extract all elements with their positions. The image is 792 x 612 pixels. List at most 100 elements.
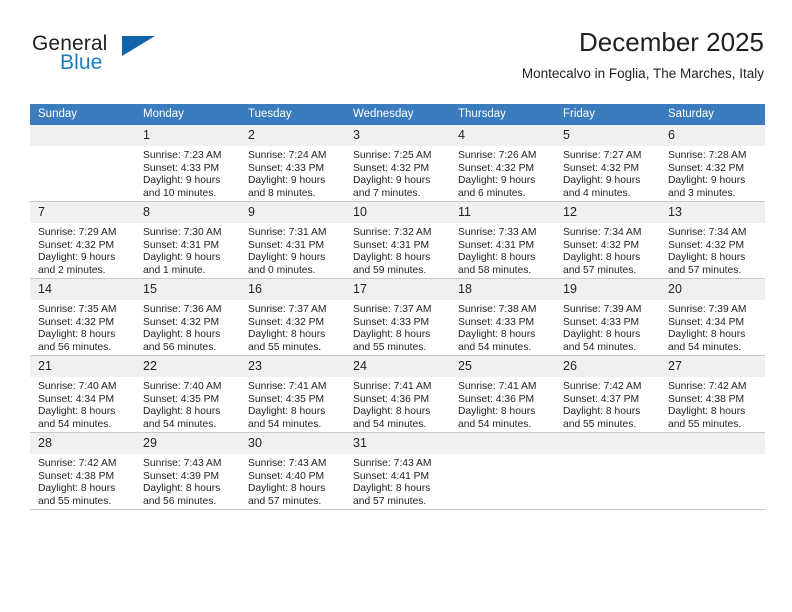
calendar-day-cell[interactable]: 3 Sunrise: 7:25 AM Sunset: 4:32 PM Daylight…: [345, 125, 450, 202]
sunrise-time: Sunrise: 7:35 AM: [38, 304, 117, 315]
daylight-duration-line2: and 56 minutes.: [38, 341, 112, 353]
sunset-time: Sunset: 4:32 PM: [563, 162, 640, 174]
daylight-duration-line2: and 55 minutes.: [353, 341, 427, 353]
daylight-duration-line2: and 0 minutes.: [248, 264, 316, 276]
calendar-day-cell[interactable]: 31 Sunrise: 7:43 AM Sunset: 4:41 PM Dayligh…: [345, 432, 450, 510]
calendar-day-cell[interactable]: 28 Sunrise: 7:42 AM Sunset: 4:38 PM Dayligh…: [30, 432, 135, 510]
daylight-duration-line1: Daylight: 8 hours: [353, 483, 431, 495]
daylight-duration-line1: Daylight: 9 hours: [143, 175, 221, 187]
daylight-duration-line2: and 57 minutes.: [668, 264, 742, 276]
calendar-header-row: Sunday Monday Tuesday Wednesday Thursday…: [30, 104, 765, 125]
sunset-time: Sunset: 4:33 PM: [458, 316, 535, 328]
day-details: Sunrise: 7:41 AM Sunset: 4:35 PM Daylight:…: [240, 377, 345, 431]
calendar-day-cell[interactable]: 12 Sunrise: 7:34 AM Sunset: 4:32 PM Dayligh…: [555, 201, 660, 279]
daylight-duration-line2: and 7 minutes.: [353, 187, 421, 199]
sunrise-time: Sunrise: 7:26 AM: [458, 150, 537, 161]
day-details: Sunrise: 7:42 AM Sunset: 4:38 PM Daylight:…: [660, 377, 765, 431]
day-number: 11: [450, 202, 555, 223]
sunrise-time: Sunrise: 7:37 AM: [353, 304, 432, 315]
sunrise-time: Sunrise: 7:30 AM: [143, 227, 222, 238]
calendar-day-cell[interactable]: 9 Sunrise: 7:31 AM Sunset: 4:31 PM Daylight…: [240, 201, 345, 279]
sunrise-time: Sunrise: 7:42 AM: [668, 381, 747, 392]
sunset-time: Sunset: 4:32 PM: [38, 239, 115, 251]
daylight-duration-line1: Daylight: 8 hours: [353, 252, 431, 264]
day-number: 16: [240, 279, 345, 300]
calendar-day-cell[interactable]: 15 Sunrise: 7:36 AM Sunset: 4:32 PM Dayligh…: [135, 278, 240, 356]
sunset-time: Sunset: 4:31 PM: [353, 239, 430, 251]
sunrise-time: Sunrise: 7:27 AM: [563, 150, 642, 161]
day-details: Sunrise: 7:38 AM Sunset: 4:33 PM Daylight:…: [450, 300, 555, 354]
day-number: 13: [660, 202, 765, 223]
calendar-day-cell[interactable]: 27 Sunrise: 7:42 AM Sunset: 4:38 PM Dayligh…: [660, 355, 765, 433]
sunrise-time: Sunrise: 7:39 AM: [668, 304, 747, 315]
calendar-day-cell[interactable]: 14 Sunrise: 7:35 AM Sunset: 4:32 PM Dayligh…: [30, 278, 135, 356]
sunrise-time: Sunrise: 7:25 AM: [353, 150, 432, 161]
day-details: Sunrise: 7:23 AM Sunset: 4:33 PM Daylight:…: [135, 146, 240, 200]
daylight-duration-line2: and 58 minutes.: [458, 264, 532, 276]
calendar-day-cell[interactable]: 13 Sunrise: 7:34 AM Sunset: 4:32 PM Dayligh…: [660, 201, 765, 279]
day-details: Sunrise: 7:33 AM Sunset: 4:31 PM Daylight:…: [450, 223, 555, 277]
day-details: Sunrise: 7:37 AM Sunset: 4:32 PM Daylight:…: [240, 300, 345, 354]
calendar-day-cell[interactable]: 11 Sunrise: 7:33 AM Sunset: 4:31 PM Dayligh…: [450, 201, 555, 279]
daylight-duration-line2: and 54 minutes.: [143, 418, 217, 430]
calendar-day-cell[interactable]: 23 Sunrise: 7:41 AM Sunset: 4:35 PM Dayligh…: [240, 355, 345, 433]
calendar-day-cell[interactable]: 17 Sunrise: 7:37 AM Sunset: 4:33 PM Dayligh…: [345, 278, 450, 356]
day-details: Sunrise: 7:27 AM Sunset: 4:32 PM Daylight:…: [555, 146, 660, 200]
daylight-duration-line1: Daylight: 8 hours: [668, 406, 746, 418]
daylight-duration-line2: and 54 minutes.: [563, 341, 637, 353]
calendar-day-cell[interactable]: 30 Sunrise: 7:43 AM Sunset: 4:40 PM Dayligh…: [240, 432, 345, 510]
sunrise-time: Sunrise: 7:38 AM: [458, 304, 537, 315]
calendar-day-cell[interactable]: 6 Sunrise: 7:28 AM Sunset: 4:32 PM Daylight…: [660, 125, 765, 202]
calendar-day-cell[interactable]: 7 Sunrise: 7:29 AM Sunset: 4:32 PM Daylight…: [30, 201, 135, 279]
weekday-header-sunday: Sunday: [30, 104, 135, 125]
calendar-day-cell[interactable]: 29 Sunrise: 7:43 AM Sunset: 4:39 PM Dayligh…: [135, 432, 240, 510]
calendar-day-cell[interactable]: 24 Sunrise: 7:41 AM Sunset: 4:36 PM Dayligh…: [345, 355, 450, 433]
calendar-day-cell[interactable]: 26 Sunrise: 7:42 AM Sunset: 4:37 PM Dayligh…: [555, 355, 660, 433]
daylight-duration-line1: Daylight: 8 hours: [668, 252, 746, 264]
day-number: 28: [30, 433, 135, 454]
day-details: Sunrise: 7:39 AM Sunset: 4:33 PM Daylight:…: [555, 300, 660, 354]
day-details: Sunrise: 7:28 AM Sunset: 4:32 PM Daylight:…: [660, 146, 765, 200]
daylight-duration-line1: Daylight: 8 hours: [248, 406, 326, 418]
day-number: 5: [555, 125, 660, 146]
sunrise-time: Sunrise: 7:39 AM: [563, 304, 642, 315]
day-number: 29: [135, 433, 240, 454]
day-number: 14: [30, 279, 135, 300]
calendar-day-cell[interactable]: 19 Sunrise: 7:39 AM Sunset: 4:33 PM Dayligh…: [555, 278, 660, 356]
generalblue-logo[interactable]: General Blue: [30, 32, 240, 88]
daylight-duration-line1: Daylight: 8 hours: [563, 329, 641, 341]
daylight-duration-line2: and 54 minutes.: [668, 341, 742, 353]
sunset-time: Sunset: 4:32 PM: [668, 162, 745, 174]
sunrise-time: Sunrise: 7:43 AM: [248, 458, 327, 469]
sunrise-time: Sunrise: 7:31 AM: [248, 227, 327, 238]
daylight-duration-line1: Daylight: 8 hours: [143, 329, 221, 341]
day-number: [450, 433, 555, 454]
calendar-day-cell[interactable]: 4 Sunrise: 7:26 AM Sunset: 4:32 PM Daylight…: [450, 125, 555, 202]
page-title: December 2025: [579, 27, 764, 57]
calendar-day-cell[interactable]: 21 Sunrise: 7:40 AM Sunset: 4:34 PM Dayligh…: [30, 355, 135, 433]
calendar-day-cell[interactable]: 20 Sunrise: 7:39 AM Sunset: 4:34 PM Dayligh…: [660, 278, 765, 356]
calendar-day-cell[interactable]: 2 Sunrise: 7:24 AM Sunset: 4:33 PM Daylight…: [240, 125, 345, 202]
weekday-header-thursday: Thursday: [450, 104, 555, 125]
day-details: Sunrise: 7:43 AM Sunset: 4:41 PM Daylight:…: [345, 454, 450, 508]
calendar-day-cell[interactable]: 22 Sunrise: 7:40 AM Sunset: 4:35 PM Dayligh…: [135, 355, 240, 433]
weekday-header-tuesday: Tuesday: [240, 104, 345, 125]
calendar-day-cell[interactable]: 25 Sunrise: 7:41 AM Sunset: 4:36 PM Dayligh…: [450, 355, 555, 433]
daylight-duration-line1: Daylight: 8 hours: [248, 483, 326, 495]
calendar-day-cell[interactable]: 10 Sunrise: 7:32 AM Sunset: 4:31 PM Dayligh…: [345, 201, 450, 279]
calendar-day-cell[interactable]: 18 Sunrise: 7:38 AM Sunset: 4:33 PM Dayligh…: [450, 278, 555, 356]
sunrise-time: Sunrise: 7:42 AM: [563, 381, 642, 392]
calendar-day-cell[interactable]: 8 Sunrise: 7:30 AM Sunset: 4:31 PM Daylight…: [135, 201, 240, 279]
sunrise-time: Sunrise: 7:33 AM: [458, 227, 537, 238]
sunrise-time: Sunrise: 7:34 AM: [563, 227, 642, 238]
daylight-duration-line1: Daylight: 8 hours: [458, 329, 536, 341]
sunset-time: Sunset: 4:31 PM: [248, 239, 325, 251]
calendar-day-cell[interactable]: 16 Sunrise: 7:37 AM Sunset: 4:32 PM Dayligh…: [240, 278, 345, 356]
calendar-day-cell[interactable]: 1 Sunrise: 7:23 AM Sunset: 4:33 PM Daylight…: [135, 125, 240, 202]
calendar-day-cell[interactable]: 5 Sunrise: 7:27 AM Sunset: 4:32 PM Daylight…: [555, 125, 660, 202]
calendar-cell-empty: [450, 432, 555, 510]
daylight-duration-line2: and 1 minute.: [143, 264, 206, 276]
sunset-time: Sunset: 4:40 PM: [248, 470, 325, 482]
day-number: 22: [135, 356, 240, 377]
calendar-week-row: 7 Sunrise: 7:29 AM Sunset: 4:32 PM Daylight…: [30, 201, 765, 279]
